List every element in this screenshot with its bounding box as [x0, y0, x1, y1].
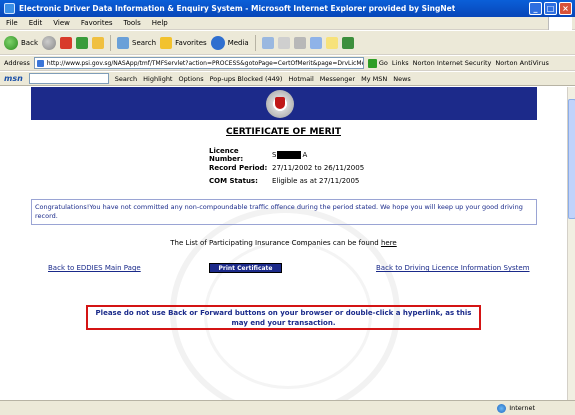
- menu-edit[interactable]: Edit: [29, 19, 43, 27]
- period-label: Record Period:: [209, 163, 268, 172]
- msn-search-button[interactable]: Search: [115, 75, 137, 83]
- msn-toolbar: msn Search Highlight Options Pop-ups Blo…: [0, 72, 575, 86]
- star-icon: [160, 36, 173, 49]
- globe-icon: [497, 403, 507, 413]
- address-label: Address: [4, 59, 30, 67]
- insurance-link[interactable]: here: [381, 239, 397, 247]
- certificate-title: CERTIFICATE OF MERIT: [225, 127, 341, 137]
- minimize-button[interactable]: _: [529, 2, 542, 15]
- go-label: Go: [378, 59, 388, 67]
- maximize-button[interactable]: □: [544, 2, 557, 15]
- highlight-button[interactable]: Highlight: [143, 75, 172, 83]
- links-label[interactable]: Links: [392, 59, 409, 67]
- favorites-button[interactable]: Favorites: [160, 36, 207, 49]
- period-row: Record Period: 27/11/2002 to 26/11/2005: [209, 161, 364, 174]
- print-certificate-button[interactable]: Print Certificate: [209, 263, 282, 273]
- print-icon[interactable]: [293, 36, 306, 49]
- go-arrow-icon: [367, 58, 377, 68]
- ie-icon: [4, 3, 15, 14]
- hotmail-button[interactable]: Hotmail: [288, 75, 313, 83]
- insurance-text: The List of Participating Insurance Comp…: [170, 239, 379, 247]
- back-arrow-icon: [4, 35, 18, 50]
- forward-arrow-icon: [42, 35, 56, 50]
- police-seal-watermark: [170, 207, 400, 400]
- licence-suffix: A: [302, 150, 308, 159]
- stop-icon[interactable]: [60, 36, 72, 49]
- scrollbar-thumb[interactable]: [568, 99, 575, 219]
- home-icon[interactable]: [92, 36, 104, 49]
- insurance-line: The List of Participating Insurance Comp…: [0, 239, 567, 247]
- messenger-icon[interactable]: [341, 36, 354, 49]
- menu-favorites[interactable]: Favorites: [81, 19, 113, 27]
- favorites-label: Favorites: [175, 38, 207, 47]
- messenger-button[interactable]: Messenger: [320, 75, 355, 83]
- windows-logo-icon: [548, 17, 572, 30]
- period-value: 27/11/2002 to 26/11/2005: [272, 163, 365, 172]
- options-button[interactable]: Options: [179, 75, 204, 83]
- my-msn-button[interactable]: My MSN: [361, 75, 387, 83]
- menu-help[interactable]: Help: [152, 19, 168, 27]
- window-title: Electronic Driver Data Information & Enq…: [19, 4, 456, 13]
- status-bar: Internet: [0, 400, 575, 415]
- licence-prefix: S: [272, 150, 277, 159]
- menu-view[interactable]: View: [53, 19, 70, 27]
- go-button[interactable]: Go: [367, 58, 388, 68]
- status-value: Eligible as at 27/11/2005: [272, 176, 360, 185]
- news-button[interactable]: News: [393, 75, 411, 83]
- norton-antivirus[interactable]: Norton AntiVirus: [495, 59, 548, 67]
- menu-bar: File Edit View Favorites Tools Help: [0, 17, 575, 30]
- media-button[interactable]: Media: [210, 35, 249, 50]
- norton-security[interactable]: Norton Internet Security: [413, 59, 492, 67]
- back-to-eddies-link[interactable]: Back to EDDIES Main Page: [48, 264, 141, 272]
- menu-file[interactable]: File: [6, 19, 18, 27]
- toolbar-separator: [254, 34, 256, 51]
- window-controls: _ □ ×: [529, 2, 572, 15]
- refresh-icon[interactable]: [76, 36, 88, 49]
- folder-icon[interactable]: [325, 36, 338, 49]
- back-label: Back: [21, 38, 38, 47]
- standard-toolbar: Back Search Favorites Media: [0, 31, 575, 55]
- title-bar: Electronic Driver Data Information & Enq…: [0, 0, 575, 17]
- navigation-links: Back to EDDIES Main Page Print Certifica…: [0, 263, 567, 275]
- history-icon[interactable]: [261, 36, 274, 49]
- crest-shield-icon: [275, 97, 285, 109]
- msn-logo[interactable]: msn: [4, 74, 23, 83]
- media-label: Media: [227, 38, 249, 47]
- popups-blocked-button[interactable]: Pop-ups Blocked (449): [210, 75, 283, 83]
- toolbar-separator: [110, 34, 111, 51]
- back-button[interactable]: Back: [4, 35, 38, 50]
- edit-icon[interactable]: [309, 36, 322, 49]
- status-row: COM Status: Eligible as at 27/11/2005: [209, 174, 364, 187]
- security-zone: Internet: [497, 403, 535, 413]
- page-viewport: CERTIFICATE OF MERIT Licence Number: S A …: [0, 87, 567, 400]
- status-label: COM Status:: [209, 176, 258, 185]
- mail-icon[interactable]: [277, 36, 290, 49]
- search-label: Search: [132, 38, 157, 47]
- media-icon: [210, 35, 225, 50]
- licence-label: Licence Number:: [209, 146, 244, 163]
- police-crest-logo: [266, 90, 294, 118]
- search-button[interactable]: Search: [117, 36, 157, 49]
- warning-message: Please do not use Back or Forward button…: [86, 305, 481, 330]
- menu-tools[interactable]: Tools: [124, 19, 141, 27]
- search-icon: [117, 36, 129, 49]
- vertical-scrollbar[interactable]: [567, 87, 575, 400]
- address-input[interactable]: http://www.psi.gov.sg/NASApp/tmf/TMFServ…: [33, 57, 364, 69]
- forward-button[interactable]: [42, 35, 56, 50]
- close-button[interactable]: ×: [559, 2, 572, 15]
- zone-label: Internet: [509, 404, 535, 412]
- back-to-driving-licence-link[interactable]: Back to Driving Licence Information Syst…: [376, 264, 530, 272]
- msn-search-input[interactable]: [28, 73, 109, 84]
- licence-row: Licence Number: S A: [209, 146, 364, 163]
- congratulations-message: Congratulations!You have not committed a…: [31, 199, 537, 225]
- address-bar: Address http://www.psi.gov.sg/NASApp/tmf…: [0, 56, 575, 71]
- licence-info: Licence Number: S A Record Period: 27/11/…: [209, 146, 364, 187]
- redacted-block: [277, 150, 302, 159]
